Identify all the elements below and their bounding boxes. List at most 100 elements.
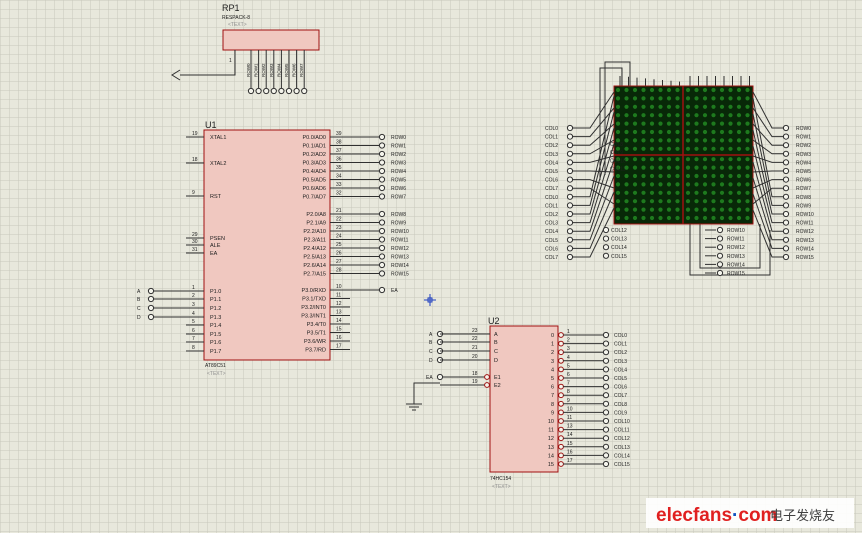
u1-net-label: ROW15 <box>391 272 409 278</box>
led-dot <box>719 199 725 204</box>
led-dot <box>685 129 691 135</box>
matrix-inner-label: COL11 <box>610 167 626 173</box>
led-dot <box>694 121 699 126</box>
u2-output-index: 4 <box>551 367 554 373</box>
u2-net-label: COL14 <box>614 453 630 459</box>
led-dot <box>666 173 672 179</box>
u2-pin-num: 23 <box>472 328 478 334</box>
matrix-row-terminal <box>782 219 790 226</box>
u2-net-label: COL2 <box>614 350 627 356</box>
matrix-col-terminal <box>566 228 574 235</box>
u2-net-terminal <box>602 409 610 416</box>
led-dot <box>675 182 680 187</box>
u1-right-pin-name: P3.7/RD <box>305 348 326 354</box>
u1-right-pin-num: 38 <box>336 140 342 146</box>
u1-net-label: ROW8 <box>391 212 406 218</box>
u1-net-label: ROW5 <box>391 178 406 184</box>
led-dot <box>624 121 629 126</box>
u1-net-terminal <box>378 159 386 166</box>
led-dot <box>632 157 638 162</box>
led-dot <box>658 138 663 143</box>
matrix-col-label: COL7 <box>545 255 558 261</box>
led-dot <box>658 121 663 126</box>
led-dot <box>745 157 750 162</box>
led-dot <box>728 121 733 126</box>
u1-right-pin-num: 39 <box>336 131 342 137</box>
led-dot <box>632 146 638 151</box>
u2-pin-num: 3 <box>567 346 570 352</box>
u2-net-label: COL9 <box>614 410 627 416</box>
matrix-row-terminal <box>782 142 790 149</box>
led-dot <box>615 199 621 204</box>
u2-output-index: 13 <box>548 445 554 451</box>
u2-net-label: COL6 <box>614 385 627 391</box>
u1-left-pin-name: P1.0 <box>210 289 221 295</box>
led-dot <box>675 190 680 195</box>
matrix-col-terminal <box>566 133 574 140</box>
led-dot <box>641 173 646 179</box>
matrix-col-terminal <box>566 210 574 218</box>
u2-output-index: 10 <box>548 419 554 425</box>
u2-pin-name: E2 <box>494 383 501 389</box>
led-dot <box>728 182 733 187</box>
led-dot <box>702 87 708 93</box>
led-dot <box>666 113 672 118</box>
led-dot <box>711 104 716 109</box>
led-dot <box>624 129 629 135</box>
u2-pin-name: E1 <box>494 375 501 381</box>
u1-net-label: ROW6 <box>391 186 406 192</box>
matrix-col-terminal <box>566 159 574 166</box>
matrix-col-terminal <box>566 253 574 261</box>
u1-net-terminal <box>378 253 386 260</box>
u1-right-pin-num: 35 <box>336 165 342 171</box>
led-dot <box>711 207 716 212</box>
u1-left-pin-name: XTAL1 <box>210 135 226 141</box>
u2-output-index: 1 <box>551 342 554 348</box>
u2-net-terminal <box>602 340 610 347</box>
led-dot <box>675 113 680 118</box>
led-dot <box>632 190 638 195</box>
led-dot <box>719 190 725 195</box>
matrix-row-terminal <box>782 193 790 200</box>
matrix-col-label: COL6 <box>545 178 558 184</box>
u2-net-terminal <box>436 373 444 381</box>
u1-net-label: ROW1 <box>391 144 406 150</box>
u2-net-terminal <box>602 452 610 459</box>
led-dot <box>685 113 691 118</box>
u2-net-label: COL0 <box>614 333 627 339</box>
led-dot <box>641 207 646 212</box>
led-dot <box>658 104 663 109</box>
u1-left-pin-num: 1 <box>192 285 195 291</box>
u2-output-bubble <box>558 426 564 433</box>
u1-net-terminal <box>378 244 386 252</box>
led-dot <box>719 87 725 93</box>
led-dot <box>711 215 716 221</box>
led-dot <box>632 199 638 204</box>
led-dot <box>685 87 691 93</box>
u1-right-pin-name: P3.5/T1 <box>307 331 326 337</box>
matrix-inner-terminal <box>602 226 610 234</box>
led-dot <box>641 129 646 135</box>
u1-net-label: ROW0 <box>391 135 406 141</box>
matrix-row-label: ROW9 <box>796 203 811 209</box>
led-dot <box>649 104 655 109</box>
led-dot <box>675 129 680 135</box>
u2-net-terminal <box>602 383 610 390</box>
matrix-row-terminal <box>782 210 790 218</box>
led-dot <box>641 215 646 221</box>
led-dot <box>702 138 708 143</box>
led-dot <box>719 129 725 135</box>
led-dot <box>624 138 629 143</box>
u2-net-terminal <box>602 435 610 442</box>
watermark-cn: 电子发烧友 <box>770 508 835 524</box>
u1-right-pin-name: P3.2/INT0 <box>301 305 326 311</box>
led-dot <box>736 146 742 151</box>
led-dot <box>745 173 750 179</box>
matrix-row-terminal <box>716 226 724 234</box>
u1-net-terminal <box>378 133 386 141</box>
led-dot <box>745 165 750 170</box>
led-dot <box>745 87 750 93</box>
led-dot <box>685 199 691 204</box>
led-dot <box>666 182 672 187</box>
led-dot <box>711 199 716 204</box>
